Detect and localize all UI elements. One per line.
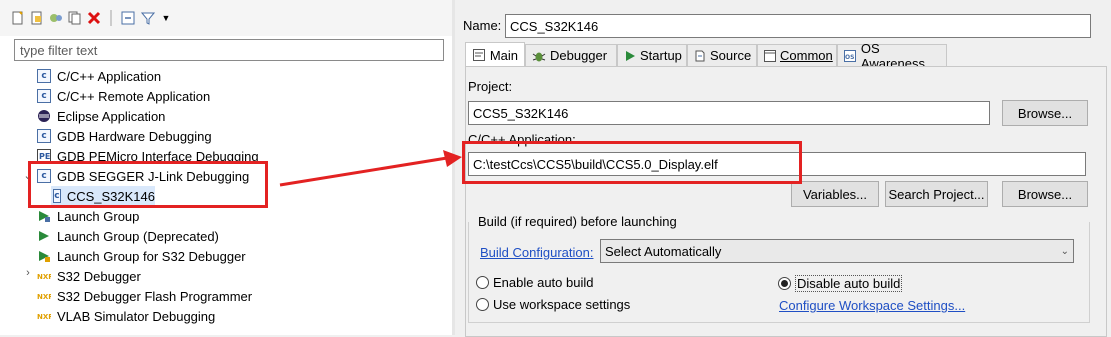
- annotation-arrow: [279, 150, 462, 187]
